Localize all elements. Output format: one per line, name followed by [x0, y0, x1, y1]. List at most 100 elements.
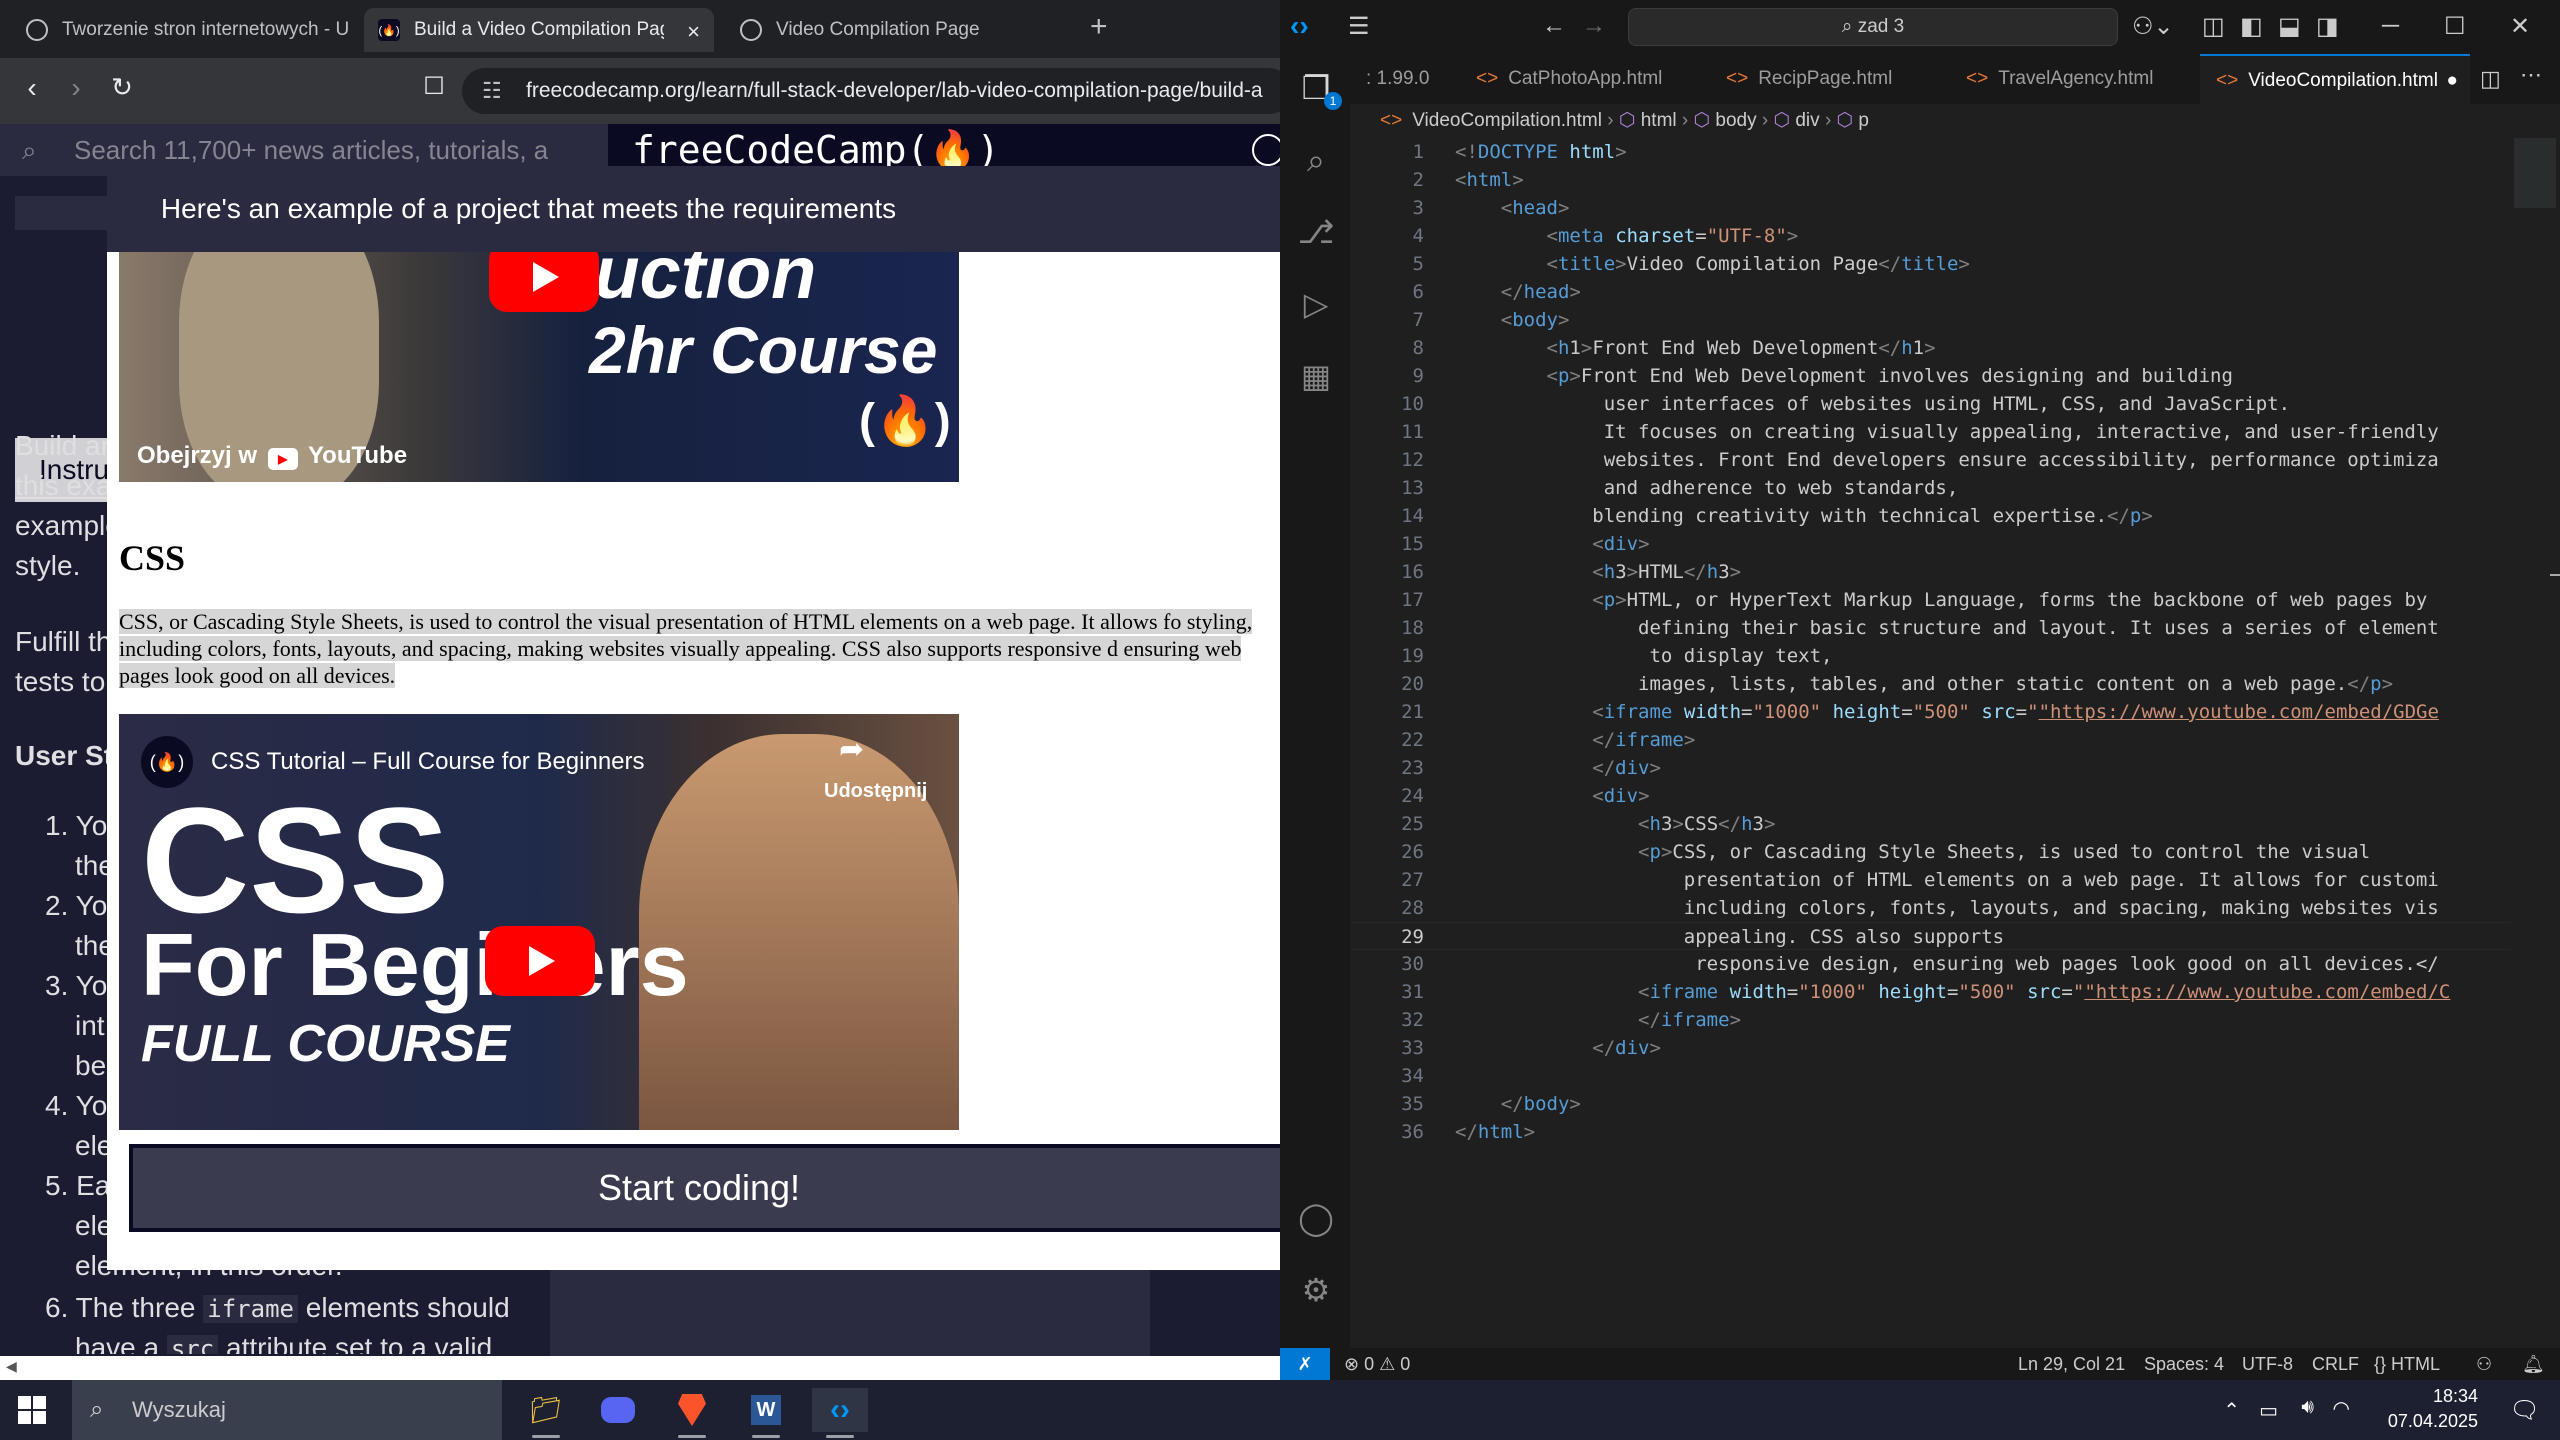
- forward-icon[interactable]: →: [1582, 12, 1606, 40]
- tab-travelagency[interactable]: <> TravelAgency.html: [1950, 54, 2190, 104]
- code-line[interactable]: 30 responsive design, ensuring web pages…: [1350, 950, 2510, 978]
- code-line[interactable]: 14 blending creativity with technical ex…: [1350, 502, 2510, 530]
- toggle-primary-sidebar-icon[interactable]: ◧: [2240, 12, 2263, 41]
- breadcrumb-item[interactable]: html: [1641, 110, 1677, 131]
- globe-icon[interactable]: [1252, 134, 1280, 166]
- unsaved-dot-icon[interactable]: ●: [2447, 56, 2458, 104]
- code-line[interactable]: 28 including colors, fonts, layouts, and…: [1350, 894, 2510, 922]
- breadcrumb-item[interactable]: div: [1795, 110, 1819, 131]
- indentation[interactable]: Spaces: 4: [2144, 1348, 2224, 1380]
- close-icon[interactable]: ✕: [2510, 12, 2530, 41]
- code-line[interactable]: 12 websites. Front End developers ensure…: [1350, 446, 2510, 474]
- settings-gear-icon[interactable]: ⚙: [1296, 1270, 1336, 1310]
- share-icon[interactable]: ➦: [839, 732, 864, 767]
- vscode-taskbar-icon[interactable]: ‹›: [812, 1388, 868, 1438]
- code-line[interactable]: 11 It focuses on creating visually appea…: [1350, 418, 2510, 446]
- code-line[interactable]: 3 <head>: [1350, 194, 2510, 222]
- notifications-bell-icon[interactable]: 🔔︎: [2522, 1348, 2545, 1380]
- toggle-panel-icon[interactable]: ⬓: [2278, 12, 2301, 41]
- minimize-icon[interactable]: ─: [2382, 12, 2399, 40]
- code-line[interactable]: 24 <div>: [1350, 782, 2510, 810]
- volume-icon[interactable]: 🔊︎: [2301, 1396, 2314, 1419]
- minimap-slider[interactable]: [2514, 138, 2556, 208]
- code-line[interactable]: 13 and adherence to web standards,: [1350, 474, 2510, 502]
- browser-tab-tworzenie[interactable]: Tworzenie stron internetowych - Un: [12, 8, 362, 52]
- battery-icon[interactable]: ▭: [2259, 1398, 2278, 1423]
- play-button-icon[interactable]: [489, 252, 599, 312]
- code-editor[interactable]: 1 <!DOCTYPE html> 2 <html> 3 <head> 4 <meta c…: [1350, 138, 2510, 1348]
- code-line[interactable]: 34: [1350, 1062, 2510, 1090]
- code-line[interactable]: 16 <h3>HTML</h3>: [1350, 558, 2510, 586]
- breadcrumb-item[interactable]: body: [1715, 110, 1756, 131]
- code-line[interactable]: 1 <!DOCTYPE html>: [1350, 138, 2510, 166]
- video-embed-2[interactable]: (🔥) CSS Tutorial – Full Course for Begin…: [119, 714, 959, 1130]
- forward-icon[interactable]: ›: [58, 72, 94, 104]
- code-line[interactable]: 26 <p>CSS, or Cascading Style Sheets, is…: [1350, 838, 2510, 866]
- code-line[interactable]: 4 <meta charset="UTF-8">: [1350, 222, 2510, 250]
- source-control-icon[interactable]: ⎇: [1296, 212, 1336, 252]
- code-line[interactable]: 2 <html>: [1350, 166, 2510, 194]
- back-icon[interactable]: ←: [1542, 12, 1566, 40]
- start-coding-button[interactable]: Start coding!: [129, 1144, 1280, 1232]
- code-line[interactable]: 5 <title>Video Compilation Page</title>: [1350, 250, 2510, 278]
- browser-tab-build-video[interactable]: (🔥) Build a Video Compilation Page ×: [364, 8, 714, 52]
- discord-icon[interactable]: [590, 1388, 646, 1432]
- customize-layout-icon[interactable]: ◫: [2202, 12, 2225, 41]
- maximize-icon[interactable]: ☐: [2444, 12, 2466, 41]
- problems-indicator[interactable]: ⊗ 0 ⚠ 0: [1344, 1348, 1410, 1380]
- split-editor-icon[interactable]: ◫: [2480, 66, 2501, 92]
- menu-icon[interactable]: ☰: [1348, 12, 1370, 41]
- code-line[interactable]: 21 <iframe width="1000" height="500" src…: [1350, 698, 2510, 726]
- reload-icon[interactable]: ↻: [104, 72, 140, 103]
- video-title[interactable]: CSS Tutorial – Full Course for Beginners: [211, 748, 645, 776]
- code-line[interactable]: 9 <p>Front End Web Development involves …: [1350, 362, 2510, 390]
- run-debug-icon[interactable]: ▷: [1296, 284, 1336, 324]
- tab-welcome[interactable]: : 1.99.0: [1350, 54, 1450, 104]
- code-line[interactable]: 23 </div>: [1350, 754, 2510, 782]
- cursor-position[interactable]: Ln 29, Col 21: [2018, 1348, 2125, 1380]
- browser-tab-video-compilation[interactable]: Video Compilation Page: [726, 8, 1076, 52]
- code-line[interactable]: 25 <h3>CSS</h3>: [1350, 810, 2510, 838]
- bookmark-icon[interactable]: ☐: [416, 72, 452, 101]
- copilot-icon[interactable]: ⚇⌄: [2132, 12, 2174, 41]
- video-embed-1[interactable]: oduction 2hr Course (🔥) Obejrzyj w ▶ You…: [119, 252, 959, 482]
- line-ending[interactable]: CRLF: [2312, 1348, 2359, 1380]
- code-line[interactable]: 18 defining their basic structure and la…: [1350, 614, 2510, 642]
- search-icon[interactable]: ⌕: [1296, 140, 1336, 180]
- code-line[interactable]: 15 <div>: [1350, 530, 2510, 558]
- taskbar-search[interactable]: ⌕ Wyszukaj: [72, 1380, 502, 1440]
- code-line[interactable]: 19 to display text,: [1350, 642, 2510, 670]
- notification-center-icon[interactable]: 🗨︎: [2510, 1396, 2540, 1425]
- minimap[interactable]: [2510, 138, 2560, 1348]
- horizontal-scrollbar[interactable]: ◀: [0, 1356, 1280, 1380]
- code-line[interactable]: 17 <p>HTML, or HyperText Markup Language…: [1350, 586, 2510, 614]
- tab-recippage[interactable]: <> RecipPage.html: [1710, 54, 1940, 104]
- code-line[interactable]: 8 <h1>Front End Web Development</h1>: [1350, 334, 2510, 362]
- scroll-left-icon[interactable]: ◀: [6, 1358, 17, 1375]
- breadcrumb-item[interactable]: VideoCompilation.html: [1412, 110, 1602, 131]
- code-line[interactable]: 27 presentation of HTML elements on a we…: [1350, 866, 2510, 894]
- code-line[interactable]: 36 </html>: [1350, 1118, 2510, 1146]
- code-line[interactable]: 20 images, lists, tables, and other stat…: [1350, 670, 2510, 698]
- code-line[interactable]: 32 </iframe>: [1350, 1006, 2510, 1034]
- accounts-icon[interactable]: ◯: [1296, 1198, 1336, 1238]
- back-icon[interactable]: ‹: [14, 72, 50, 104]
- breadcrumb-item[interactable]: p: [1858, 110, 1869, 131]
- code-line[interactable]: 22 </iframe>: [1350, 726, 2510, 754]
- toggle-secondary-sidebar-icon[interactable]: ◨: [2316, 12, 2339, 41]
- chevron-up-icon[interactable]: ⌃: [2223, 1398, 2240, 1423]
- extensions-icon[interactable]: ▦: [1296, 356, 1336, 396]
- new-tab-button[interactable]: +: [1090, 10, 1108, 44]
- tab-videocompilation[interactable]: <> VideoCompilation.html ●: [2200, 54, 2470, 104]
- code-line[interactable]: 35 </body>: [1350, 1090, 2510, 1118]
- language-mode[interactable]: {} HTML: [2374, 1348, 2440, 1380]
- tab-catphotoapp[interactable]: <> CatPhotoApp.html: [1460, 54, 1700, 104]
- word-icon[interactable]: W: [738, 1388, 794, 1438]
- clock[interactable]: 18:34 07.04.2025: [2388, 1386, 2478, 1432]
- share-label[interactable]: Udostępnij: [824, 780, 927, 803]
- code-line[interactable]: 10 user interfaces of websites using HTM…: [1350, 390, 2510, 418]
- example-link[interactable]: this exa: [15, 470, 112, 502]
- wifi-icon[interactable]: ◠: [2333, 1396, 2350, 1421]
- code-line[interactable]: 33 </div>: [1350, 1034, 2510, 1062]
- copilot-icon[interactable]: ⚇: [2476, 1348, 2492, 1380]
